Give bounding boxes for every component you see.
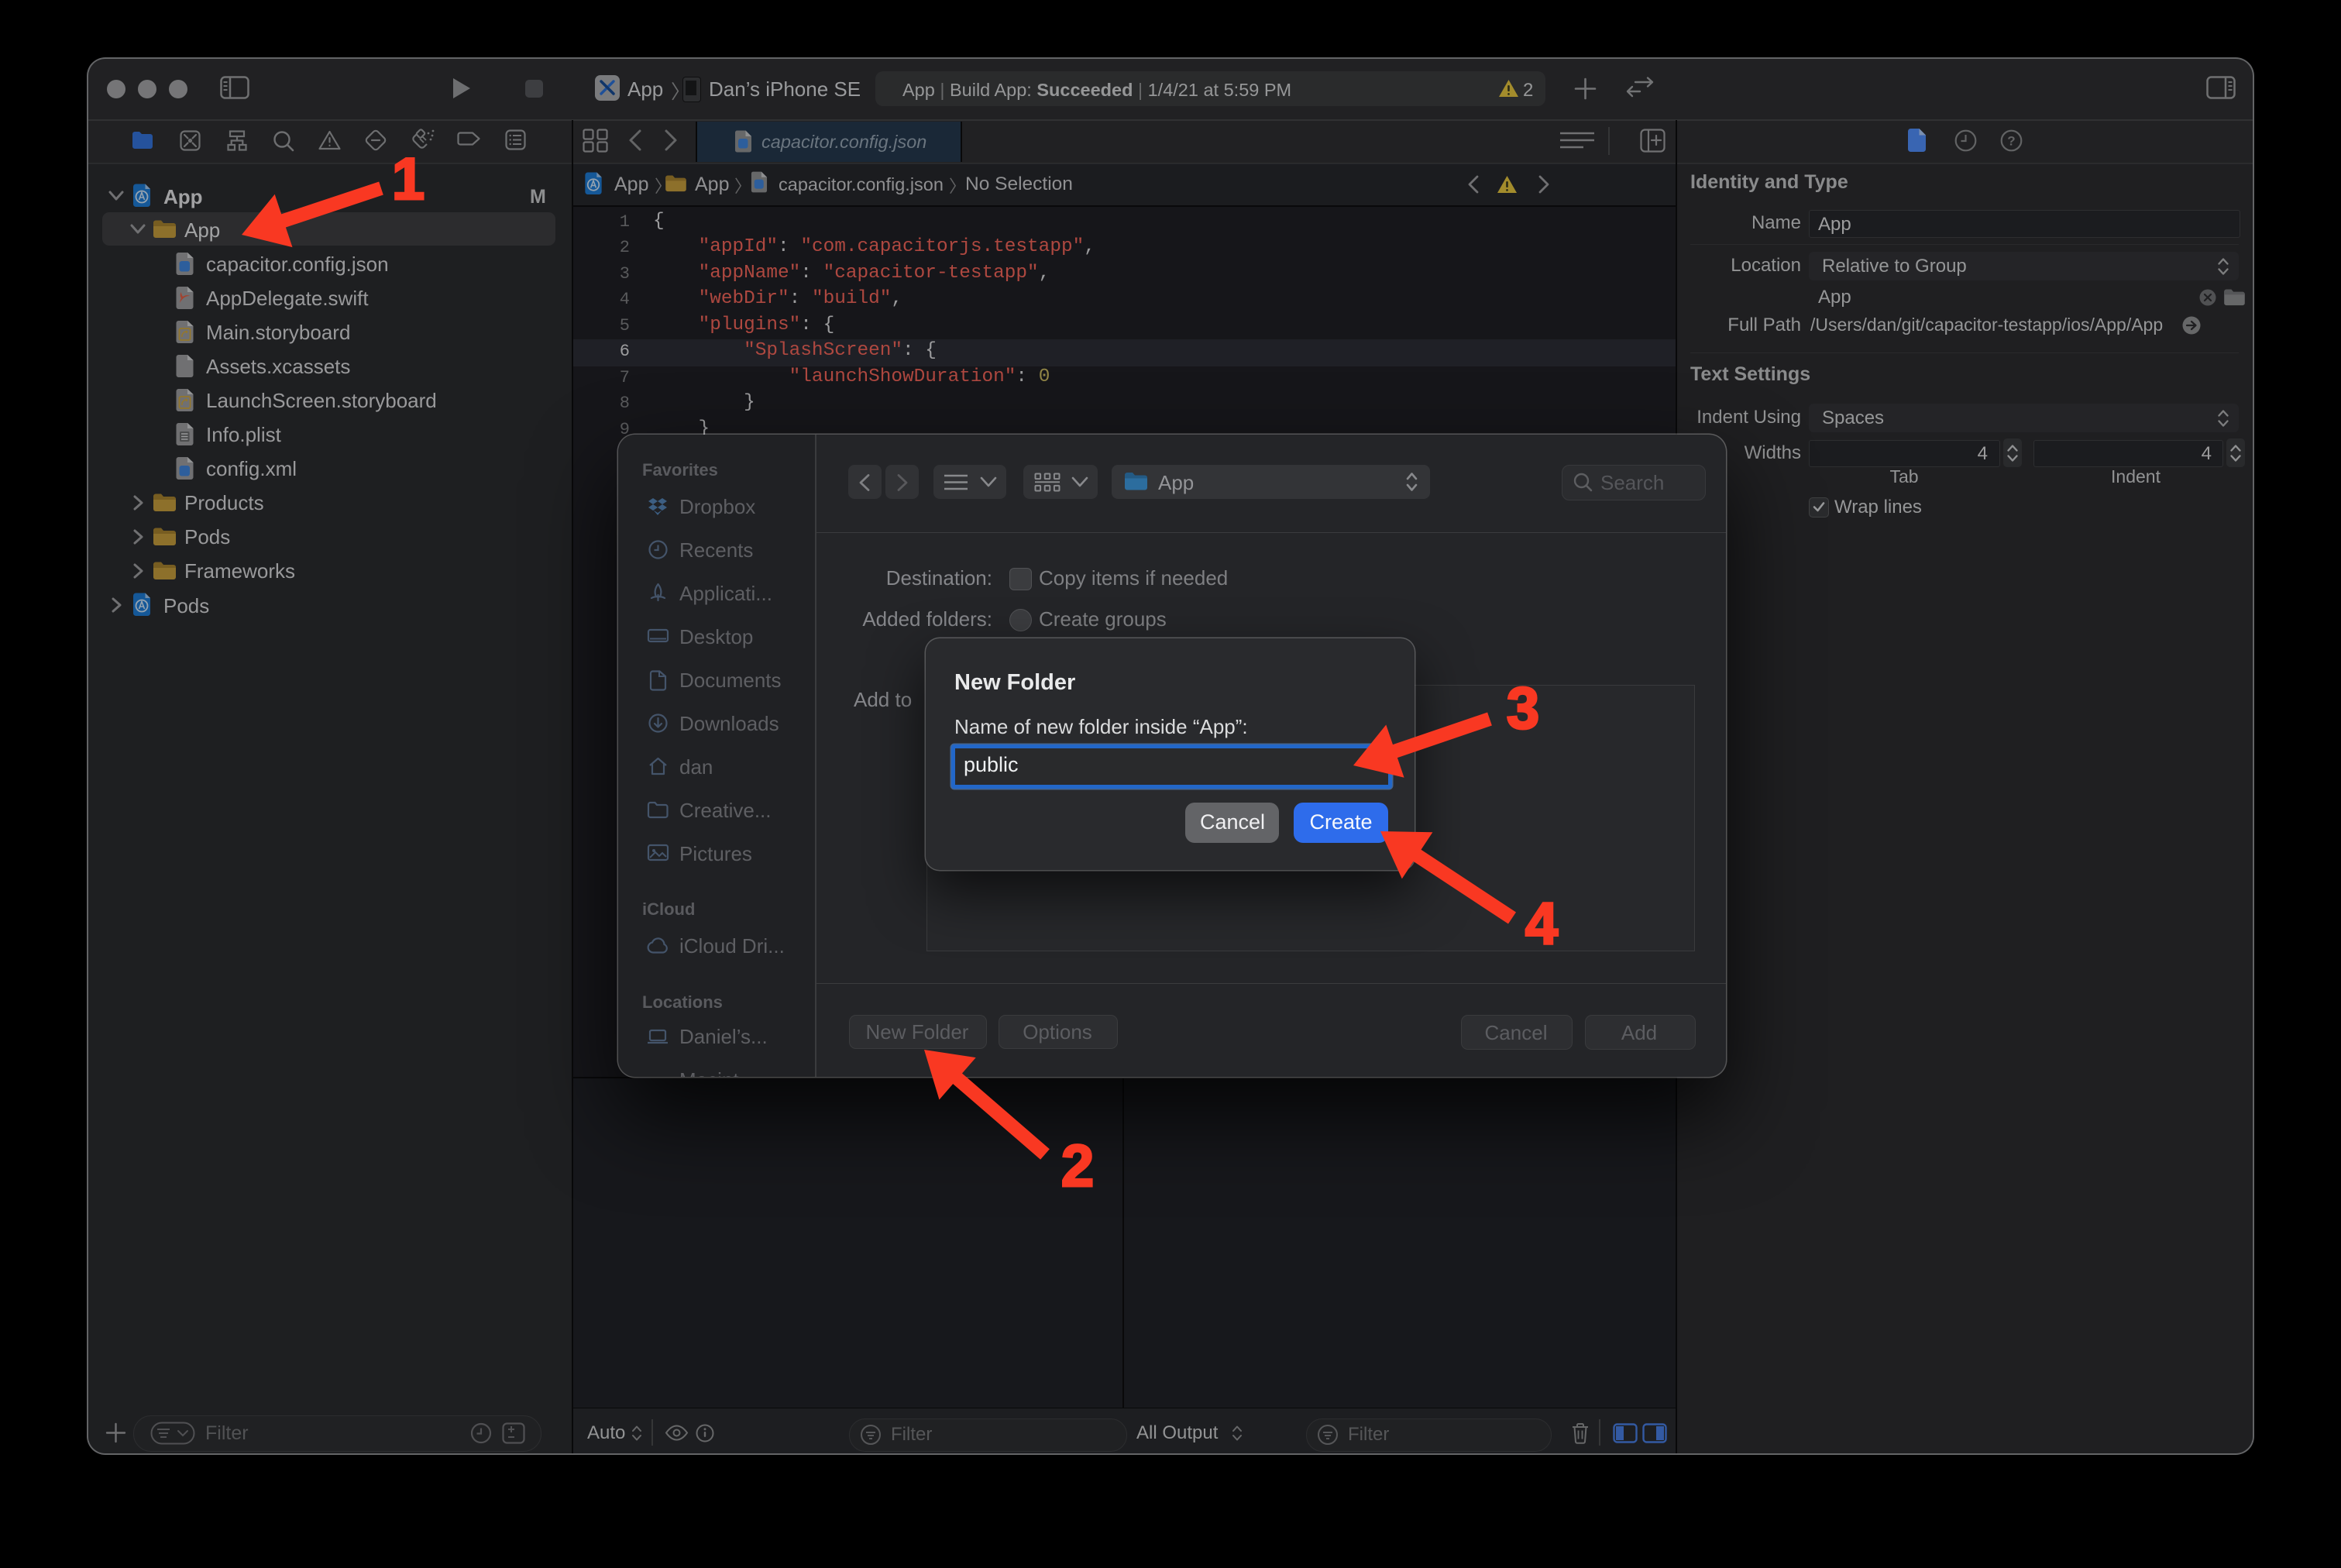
svg-text:4: 4	[1525, 891, 1558, 957]
svg-text:3: 3	[1507, 676, 1539, 741]
svg-text:1: 1	[392, 146, 425, 212]
svg-text:2: 2	[1061, 1133, 1094, 1199]
